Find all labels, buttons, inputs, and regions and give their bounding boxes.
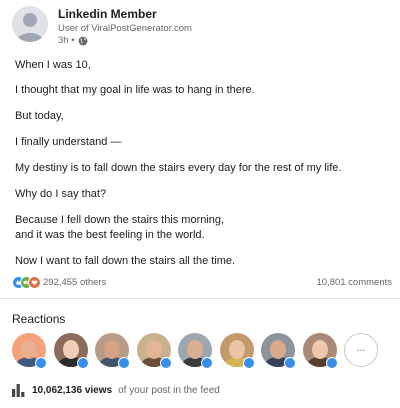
post-body: When I was 10, I thought that my goal in… <box>15 58 393 280</box>
reactor-face <box>104 340 120 359</box>
like-badge-icon <box>201 357 213 369</box>
like-badge-icon <box>284 357 296 369</box>
post-line: and it was the best feeling in the world… <box>15 229 205 241</box>
like-badge-icon <box>243 357 255 369</box>
post-paragraph: Because I fell down the stairs this morn… <box>15 213 393 243</box>
divider <box>0 298 400 299</box>
post-line: I finally understand — <box>15 136 122 148</box>
post-line: Because I fell down the stairs this morn… <box>15 214 225 226</box>
comment-count[interactable]: 10,801 comments <box>316 277 392 288</box>
social-counts: 292,455 others 10,801 comments <box>12 276 392 292</box>
globe-icon <box>78 36 87 45</box>
post-time: 3h • <box>58 35 88 46</box>
reactor-face <box>312 340 328 359</box>
author-avatar[interactable] <box>12 6 48 42</box>
time-label: 3h • <box>58 35 75 46</box>
post-line: Now I want to fall down the stairs all t… <box>15 255 236 267</box>
like-badge-icon <box>160 357 172 369</box>
post-line: My destiny is to fall down the stairs ev… <box>15 162 342 174</box>
reactor-face <box>229 340 245 359</box>
like-badge-icon <box>326 357 338 369</box>
post-line: Why do I say that? <box>15 188 107 200</box>
post-line: When I was 10, <box>15 59 91 71</box>
like-badge-icon <box>77 357 89 369</box>
post-line: I thought that my goal in life was to ha… <box>15 84 255 96</box>
views-suffix: of your post in the feed <box>118 384 220 396</box>
reactors-list: ... <box>12 333 392 369</box>
reactor-face <box>270 340 286 359</box>
post-header: Linkedin Member User of ViralPostGenerat… <box>12 6 392 46</box>
more-reactors-button[interactable]: ... <box>344 333 378 367</box>
post-line: But today, <box>15 110 64 122</box>
author-subtitle: User of ViralPostGenerator.com <box>58 23 192 34</box>
love-reaction-icon <box>28 276 41 289</box>
reactor-face <box>21 340 37 359</box>
bar-chart-icon <box>12 383 25 397</box>
reaction-icons[interactable] <box>12 276 41 290</box>
reactor-face <box>146 340 162 359</box>
like-badge-icon <box>118 357 130 369</box>
like-badge-icon <box>35 357 47 369</box>
reactions-title: Reactions <box>12 312 66 326</box>
reactor-face <box>63 340 79 359</box>
reactor-face <box>187 340 203 359</box>
author-name[interactable]: Linkedin Member <box>58 7 157 21</box>
views-row[interactable]: 10,062,136 views of your post in the fee… <box>12 382 220 398</box>
reaction-count[interactable]: 292,455 others <box>43 277 106 288</box>
views-count: 10,062,136 views <box>32 384 113 396</box>
